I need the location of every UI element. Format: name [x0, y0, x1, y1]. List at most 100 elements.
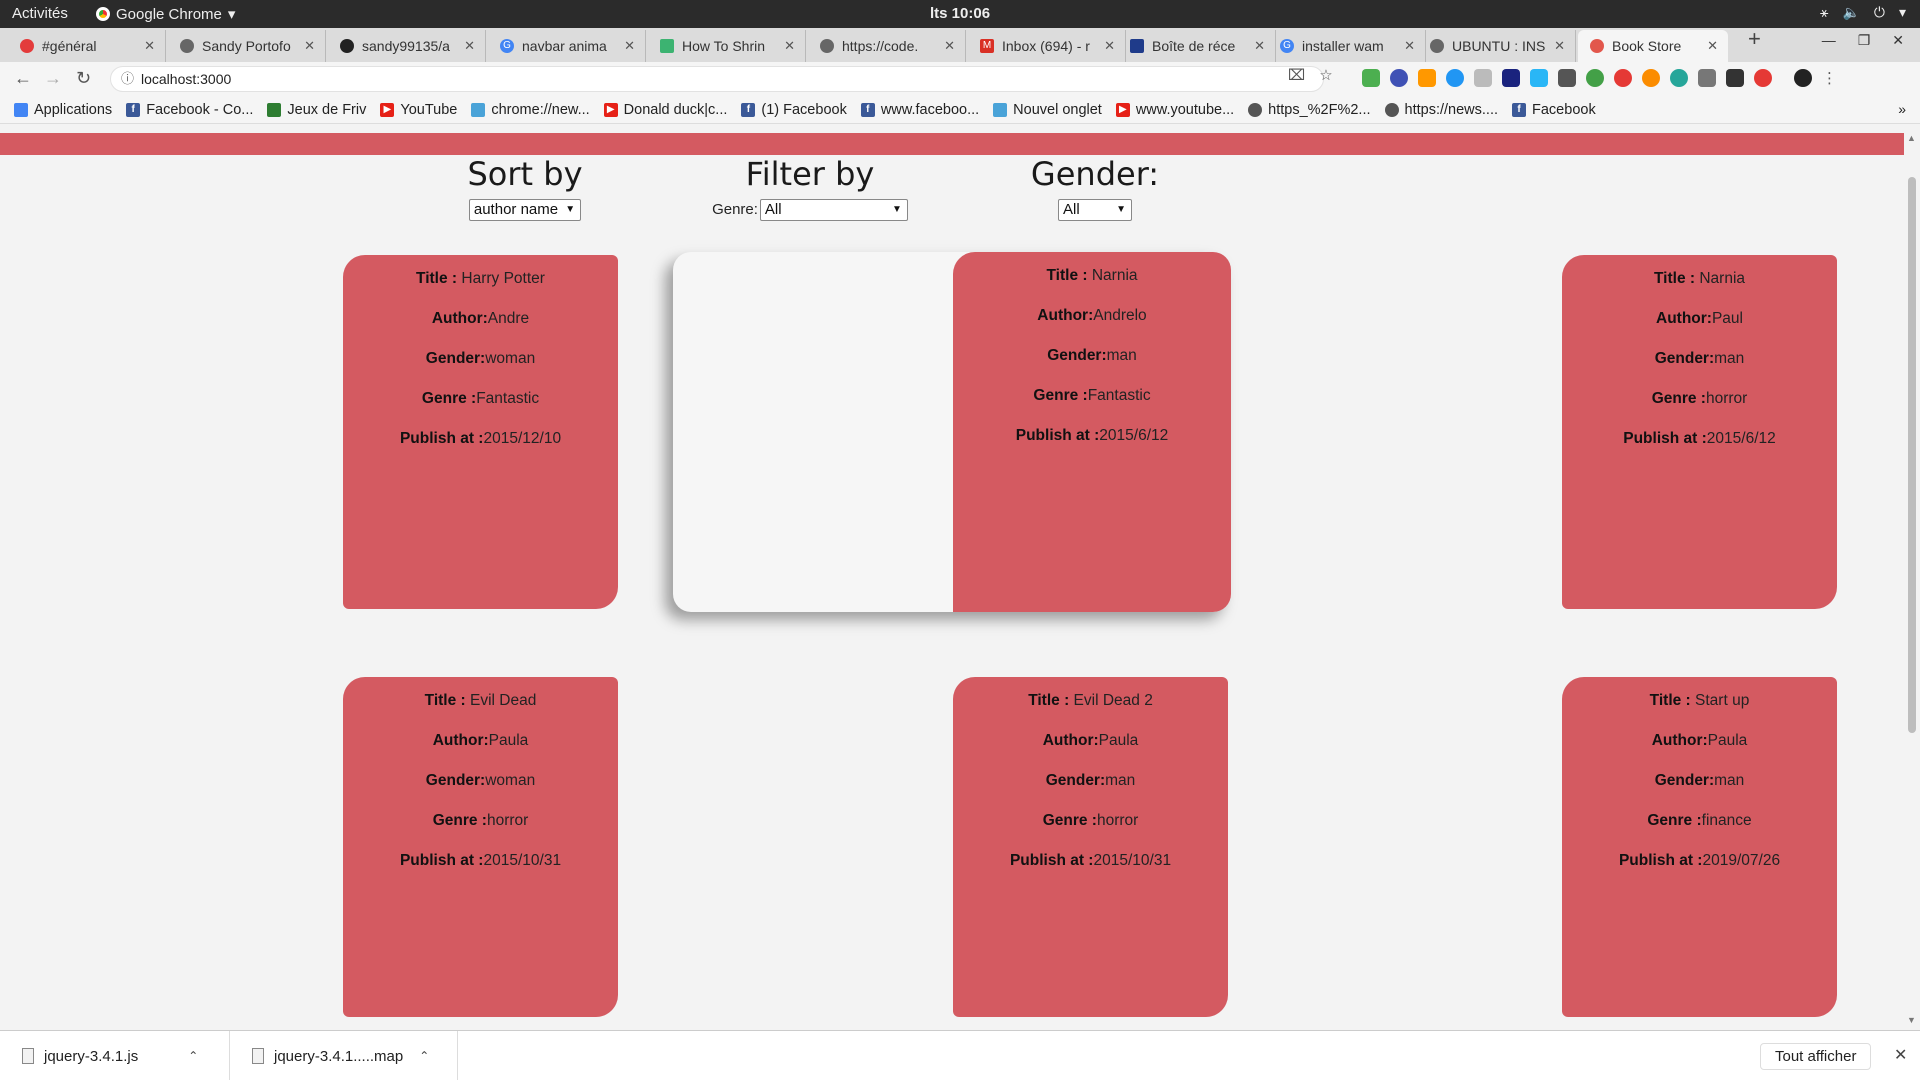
close-icon[interactable]: ✕: [1404, 38, 1415, 54]
extension-icon[interactable]: [1670, 69, 1688, 87]
bookmark-item[interactable]: ▶ YouTube: [380, 102, 457, 118]
page-scrollbar[interactable]: ▲ ▼: [1904, 125, 1920, 1030]
clock[interactable]: lts 10:06: [930, 5, 990, 22]
browser-tab[interactable]: Boîte de réce ✕: [1118, 30, 1276, 62]
browser-tab[interactable]: https://code. ✕: [808, 30, 966, 62]
browser-tab[interactable]: #général ✕: [8, 30, 166, 62]
minimize-icon[interactable]: —: [1822, 32, 1836, 49]
tab-label: https://code.: [842, 38, 919, 54]
book-card[interactable]: Title : Start up Author:Paula Gender:man…: [1562, 677, 1837, 1017]
browser-tab[interactable]: Sandy Portofo ✕: [168, 30, 326, 62]
new-tab-icon[interactable]: +: [1748, 26, 1761, 52]
chrome-icon: [96, 7, 110, 21]
download-icon[interactable]: [1726, 69, 1744, 87]
back-icon[interactable]: ←: [14, 68, 32, 89]
profile-avatar[interactable]: [1794, 69, 1812, 87]
extension-icon[interactable]: [1558, 69, 1576, 87]
address-bar[interactable]: ⓘ localhost:3000: [110, 66, 1324, 92]
menu-icon[interactable]: ⋮: [1822, 69, 1837, 87]
app-menu[interactable]: Google Chrome ▾: [96, 5, 235, 23]
genre-select[interactable]: All ▼: [759, 199, 908, 221]
extension-icon[interactable]: [1614, 69, 1632, 87]
extension-icon[interactable]: [1446, 69, 1464, 87]
book-card[interactable]: Title : Narnia Author:Andrelo Gender:man…: [953, 252, 1231, 612]
close-icon[interactable]: ✕: [784, 38, 795, 54]
close-icon[interactable]: ✕: [1894, 1045, 1907, 1065]
browser-tab[interactable]: How To Shrin ✕: [648, 30, 806, 62]
close-icon[interactable]: ✕: [464, 38, 475, 54]
extension-icon[interactable]: [1362, 69, 1380, 87]
download-item[interactable]: jquery-3.4.1.....map ⌃: [230, 1031, 458, 1080]
browser-tab[interactable]: sandy99135/a ✕: [328, 30, 486, 62]
chevron-right-icon[interactable]: »: [1898, 101, 1906, 117]
activities-button[interactable]: Activités: [12, 5, 68, 22]
scroll-up-icon[interactable]: ▲: [1907, 133, 1916, 143]
book-gender-line: Gender:woman: [343, 771, 618, 811]
field-label: Gender:: [1654, 772, 1715, 789]
youtube-icon: ▶: [380, 102, 395, 117]
bookmark-item[interactable]: Jeux de Friv: [267, 102, 366, 118]
book-card[interactable]: Title : Harry Potter Author:Andre Gender…: [343, 255, 618, 609]
extension-icon[interactable]: [1754, 69, 1772, 87]
bookmark-item[interactable]: f (1) Facebook: [741, 102, 847, 118]
bookmark-item[interactable]: Nouvel onglet: [993, 102, 1102, 118]
browser-tab-active[interactable]: Book Store ✕: [1578, 30, 1728, 62]
extension-icon[interactable]: [1586, 69, 1604, 87]
close-window-icon[interactable]: ✕: [1892, 32, 1904, 49]
gender-select[interactable]: All ▼: [1058, 199, 1132, 221]
book-genre-line: Genre :horror: [343, 811, 618, 851]
bookmark-item[interactable]: f Facebook - Co...: [126, 102, 253, 118]
bookmark-item[interactable]: ▶ Donald duck|c...: [603, 102, 727, 118]
info-icon[interactable]: ⓘ: [121, 67, 134, 91]
extension-icon[interactable]: [1474, 69, 1492, 87]
close-icon[interactable]: ✕: [944, 38, 955, 54]
reload-icon[interactable]: ↻: [76, 68, 91, 89]
maximize-icon[interactable]: ❐: [1858, 32, 1871, 49]
bookmark-item[interactable]: Applications: [14, 102, 112, 118]
sort-select[interactable]: author name ▼: [468, 199, 582, 221]
book-card[interactable]: Title : Evil Dead Author:Paula Gender:wo…: [343, 677, 618, 1017]
bookmark-item[interactable]: chrome://new...: [471, 102, 590, 118]
extension-icon[interactable]: [1530, 69, 1548, 87]
download-icon[interactable]: [1698, 69, 1716, 87]
bookmark-item[interactable]: ▶ www.youtube...: [1115, 102, 1234, 118]
close-icon[interactable]: ✕: [304, 38, 315, 54]
scrollbar-thumb[interactable]: [1908, 177, 1916, 733]
bookmark-item[interactable]: f www.faceboo...: [860, 102, 979, 118]
close-icon[interactable]: ✕: [1104, 38, 1115, 54]
download-item[interactable]: jquery-3.4.1.js ⌃: [0, 1031, 230, 1080]
bookmark-item[interactable]: https_%2F%2...: [1248, 102, 1371, 118]
show-all-button[interactable]: Tout afficher: [1760, 1043, 1872, 1070]
bookmark-star-icon[interactable]: ☆: [1319, 66, 1332, 84]
book-card[interactable]: Title : Narnia Author:Paul Gender:man Ge…: [1562, 255, 1837, 609]
book-card[interactable]: Title : Evil Dead 2 Author:Paula Gender:…: [953, 677, 1228, 1017]
close-icon[interactable]: ✕: [144, 38, 155, 54]
scroll-down-icon[interactable]: ▼: [1907, 1015, 1916, 1025]
extension-icon[interactable]: [1390, 69, 1408, 87]
bookmark-item[interactable]: f Facebook: [1512, 102, 1596, 118]
close-icon[interactable]: ✕: [1254, 38, 1265, 54]
translate-icon[interactable]: ⌧: [1288, 66, 1305, 84]
field-label: Gender:: [425, 772, 486, 789]
chevron-up-icon[interactable]: ⌃: [188, 1049, 198, 1063]
extension-icon[interactable]: [1418, 69, 1436, 87]
book-author-line: Author:Andre: [343, 309, 618, 349]
browser-tab[interactable]: G installer wam ✕: [1268, 30, 1426, 62]
field-label: Gender:: [1047, 347, 1107, 364]
close-icon[interactable]: ✕: [624, 38, 635, 54]
power-icon: ⏻: [1873, 4, 1885, 20]
globe-icon: [1384, 102, 1399, 117]
forward-icon[interactable]: →: [44, 68, 62, 89]
close-icon[interactable]: ✕: [1554, 38, 1565, 54]
browser-tab[interactable]: G navbar anima ✕: [488, 30, 646, 62]
system-tray[interactable]: ⚹ 🔈 ⏻ ▾: [1820, 4, 1906, 21]
browser-tab[interactable]: UBUNTU : INS ✕: [1418, 30, 1576, 62]
browser-tab[interactable]: M Inbox (694) - r ✕: [968, 30, 1126, 62]
bookmark-item[interactable]: https://news....: [1384, 102, 1498, 118]
book-publish-date: 2015/6/12: [1706, 430, 1776, 447]
chevron-up-icon[interactable]: ⌃: [419, 1049, 429, 1063]
facebook-icon: f: [126, 102, 141, 117]
extension-icon[interactable]: [1642, 69, 1660, 87]
close-icon[interactable]: ✕: [1707, 38, 1718, 54]
extension-icon[interactable]: [1502, 69, 1520, 87]
